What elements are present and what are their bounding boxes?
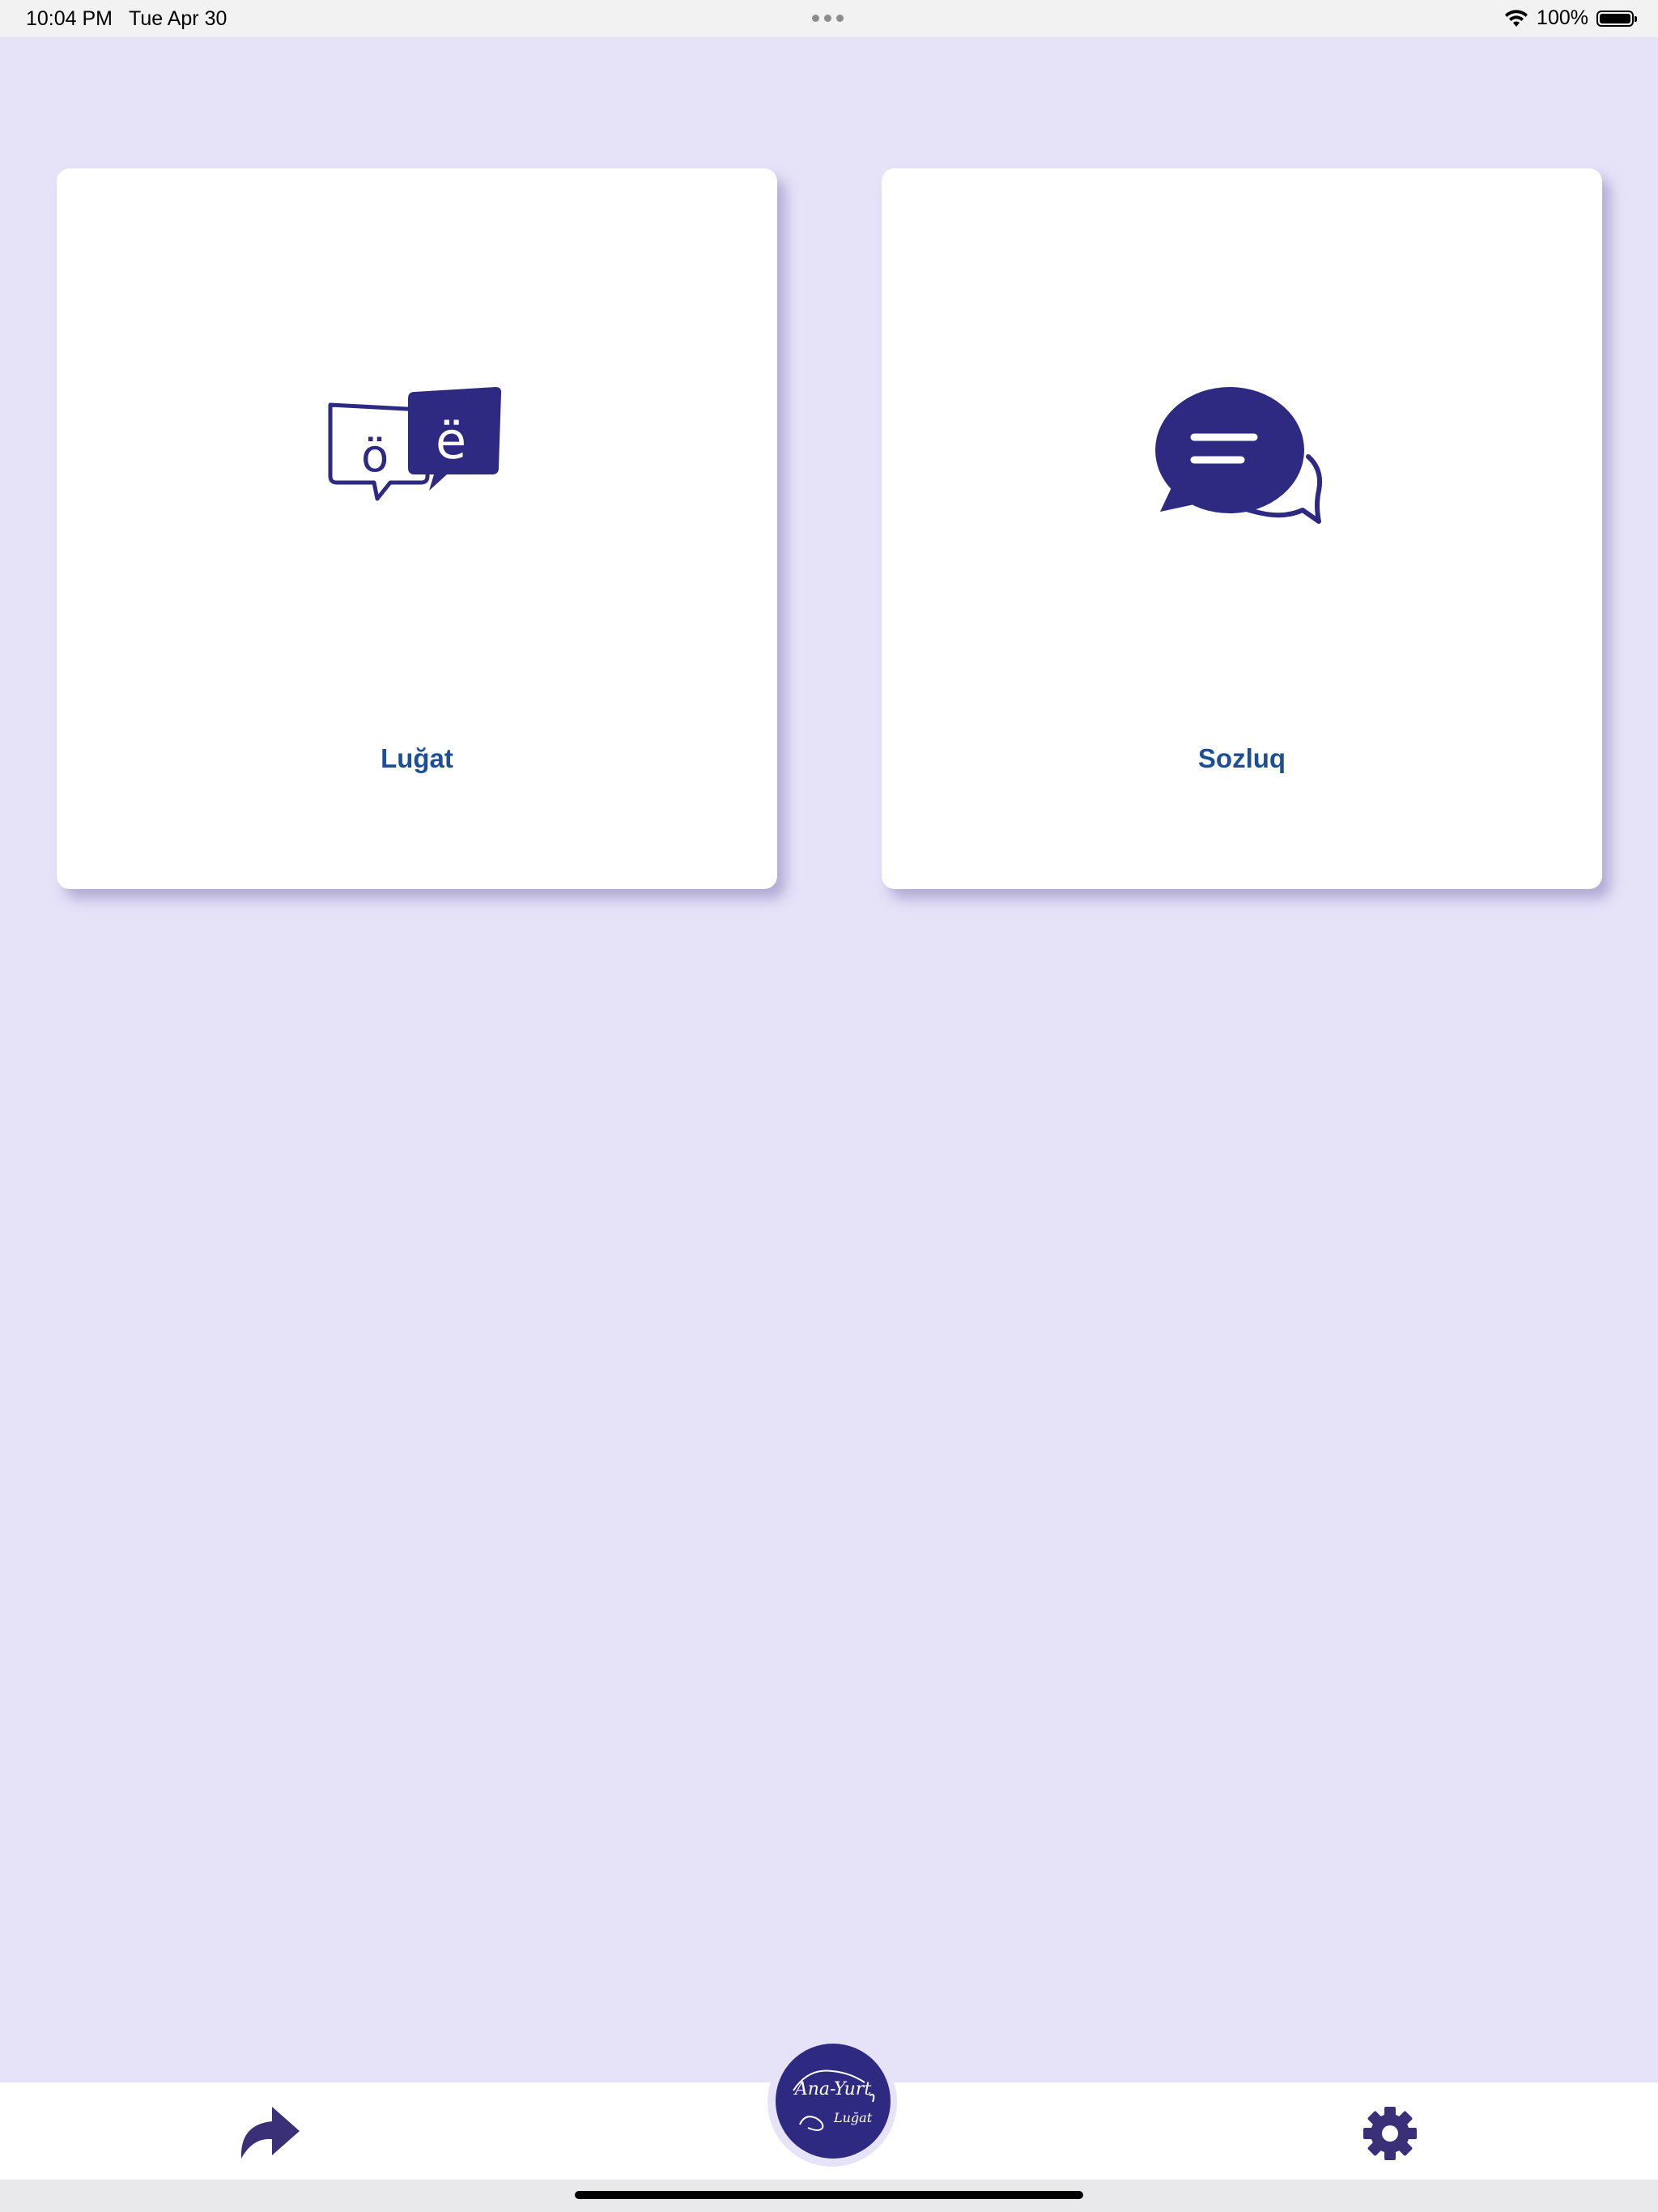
battery-percent: 100% <box>1537 6 1588 29</box>
gear-icon <box>1363 2107 1417 2160</box>
battery-icon <box>1596 10 1637 27</box>
status-bar: 10:04 PM Tue Apr 30 100% <box>0 0 1658 37</box>
logo-subtitle: Luğat <box>834 2110 873 2125</box>
settings-button[interactable] <box>1360 2104 1420 2163</box>
svg-text:ö: ö <box>361 430 389 483</box>
home-screen: 10:04 PM Tue Apr 30 100% ö ë Luğat Sozlu… <box>0 0 1658 2212</box>
wifi-icon <box>1505 9 1528 27</box>
chat-letters-icon: ö ë <box>328 387 502 501</box>
chat-bubbles-icon <box>1155 387 1323 524</box>
home-indicator[interactable] <box>575 2191 1083 2199</box>
share-button[interactable] <box>235 2097 304 2167</box>
lugat-card[interactable]: ö ë Luğat <box>57 168 777 889</box>
sozluq-label: Sozluq <box>1197 743 1286 773</box>
sozluq-card[interactable]: Sozluq <box>882 168 1602 889</box>
logo-title: Ana-Yurt <box>794 2079 872 2099</box>
logo-swirl-icon <box>793 2069 875 2131</box>
status-date: Tue Apr 30 <box>129 7 227 30</box>
multitasking-dots[interactable] <box>812 15 844 22</box>
status-time: 10:04 PM <box>26 7 113 30</box>
svg-text:ë: ë <box>436 411 466 470</box>
status-right: 100% <box>1504 6 1637 30</box>
ana-yurt-logo-button[interactable]: Ana-Yurt Luğat <box>776 2044 891 2159</box>
lugat-label: Luğat <box>380 743 453 773</box>
share-arrow-icon <box>240 2107 300 2159</box>
